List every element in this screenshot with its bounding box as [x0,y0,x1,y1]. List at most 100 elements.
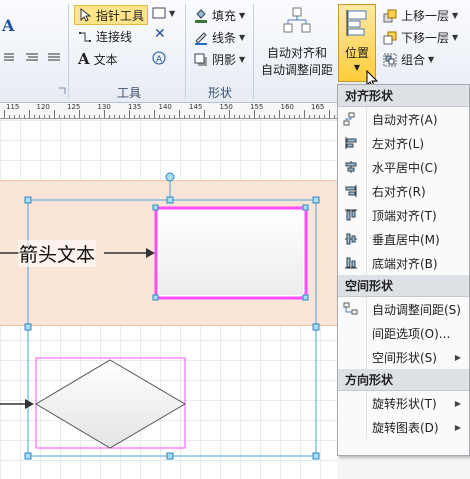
ruler-tick [319,115,320,118]
auto-align-icon [338,112,364,126]
pointer-tool-button[interactable]: 指针工具 [74,5,149,25]
ruler-tick [134,115,135,118]
line-button[interactable]: 线条 ▼ [194,29,245,46]
ruler-tick [309,115,310,118]
menu-item[interactable]: 水平居中(C) [338,155,469,179]
ruler-label: 145 [189,103,203,111]
ruler-tick [324,115,325,118]
rect-handle-tr [302,204,309,211]
ruler-tick [124,115,125,118]
shadow-button[interactable]: 阴影 ▼ [194,51,245,68]
ruler-tick [304,110,305,118]
ruler-tick [279,110,280,118]
ruler-label: 160 [280,103,294,111]
ruler-tick [29,110,30,118]
drawing-canvas[interactable]: 箭头文本 [0,120,337,479]
ruler-tick [259,115,260,118]
arrow-head [146,248,155,258]
ruler-tick [114,115,115,118]
ruler-tick [169,115,170,118]
menu-item-label: 右对齐(R) [372,184,426,199]
bring-forward-label: 上移一层 [401,9,450,23]
ruler-tick [84,115,85,118]
arrow-text-label[interactable]: 箭头文本 [18,240,97,267]
ruler-tick [44,115,45,118]
ruler-tick [294,115,295,118]
ruler-tick [189,115,190,118]
ruler-tick [9,115,10,118]
freeform-icon: A [152,51,166,65]
ruler-label: 130 [97,103,111,111]
align-left-icon [338,136,364,150]
group-button[interactable]: 组合 ▼ [383,51,434,68]
ruler-tick [214,115,215,118]
text-tool-button[interactable]: A 文本 [78,50,118,68]
menu-section-header: 空间形状 [338,275,469,297]
connector-icon [79,31,91,42]
ruler-tick [239,115,240,118]
dialog-launcher-icon[interactable] [58,87,66,95]
ruler-tick [79,110,80,118]
rect-handle-tl [152,204,159,211]
menu-section-header: 对齐形状 [338,85,469,107]
menu-item[interactable]: 自动调整间距(S) [338,297,469,321]
ruler-tick [264,115,265,118]
menu-item[interactable]: 旋转图表(D) ▶ [338,415,469,439]
position-dropdown-menu: 对齐形状 自动对齐(A) 左对齐(L) 水平居中(C) 右对齐(R) 顶端对齐(T) 垂直居… [337,84,470,456]
menu-item-label: 旋转形状(T) [372,396,437,411]
ruler-tick [284,115,285,118]
fill-button[interactable]: 填充 ▼ [194,7,245,24]
pen-line-icon [195,31,207,45]
close-x-icon[interactable]: ✕ [154,26,166,42]
ruler-tick [184,115,185,118]
menu-item-label: 间距选项(O)... [372,326,451,341]
ruler-label: 165 [311,103,325,111]
send-backward-label: 下移一层 [401,31,450,45]
ruler-label: 125 [67,103,81,111]
align-center-icon [338,160,364,174]
auto-align-space-button[interactable]: 自动对齐和 自动调整间距 [258,4,336,80]
fill-label: 填充 [212,9,237,23]
rect-handle-br [302,294,309,301]
menu-item-label: 底端对齐(B) [372,256,438,271]
ruler-tick [99,115,100,118]
send-backward-button[interactable]: 下移一层 ▼ [383,29,458,46]
ruler-tick [269,115,270,118]
menu-gutter-separator [366,391,367,439]
menu-item[interactable]: 自动对齐(A) [338,107,469,131]
menu-item[interactable]: 旋转形状(T) ▶ [338,391,469,415]
ruler-tick [154,110,155,118]
ruler-tick [19,115,20,118]
ruler-tick [39,115,40,118]
align-right-icon [338,184,364,198]
paragraph-icons[interactable] [2,52,62,64]
rectangle-tool-button[interactable]: ▼ [152,7,175,19]
menu-item[interactable]: 右对齐(R) [338,179,469,203]
ruler-tick [129,110,130,118]
menu-item[interactable]: 空间形状(S) ▶ [338,345,469,369]
ruler-tick [59,115,60,118]
menu-section-header: 方向形状 [338,369,469,391]
shadow-icon [194,53,207,66]
connector-button[interactable]: 连接线 [78,28,132,45]
menu-item[interactable]: 垂直居中(M) [338,227,469,251]
bring-forward-button[interactable]: 上移一层 ▼ [383,7,458,24]
connector-label: 连接线 [96,30,133,44]
font-glyph[interactable]: A [2,16,14,35]
ruler-tick [139,115,140,118]
ruler-tick [289,115,290,118]
tools-group-label: 工具 [117,86,142,100]
rectangle-icon [152,7,166,19]
menu-item[interactable]: 底端对齐(B) [338,251,469,275]
freeform-tool-button[interactable]: A [151,50,167,66]
menu-item[interactable]: 左对齐(L) [338,131,469,155]
menu-item-label: 左对齐(L) [372,136,425,151]
rect-handle-bl [152,294,159,301]
ruler-tick [89,115,90,118]
ruler-tick [74,115,75,118]
menu-item[interactable]: 间距选项(O)... [338,321,469,345]
ruler-tick [64,115,65,118]
ruler-tick [34,115,35,118]
menu-item[interactable]: 顶端对齐(T) [338,203,469,227]
ruler-tick [164,115,165,118]
